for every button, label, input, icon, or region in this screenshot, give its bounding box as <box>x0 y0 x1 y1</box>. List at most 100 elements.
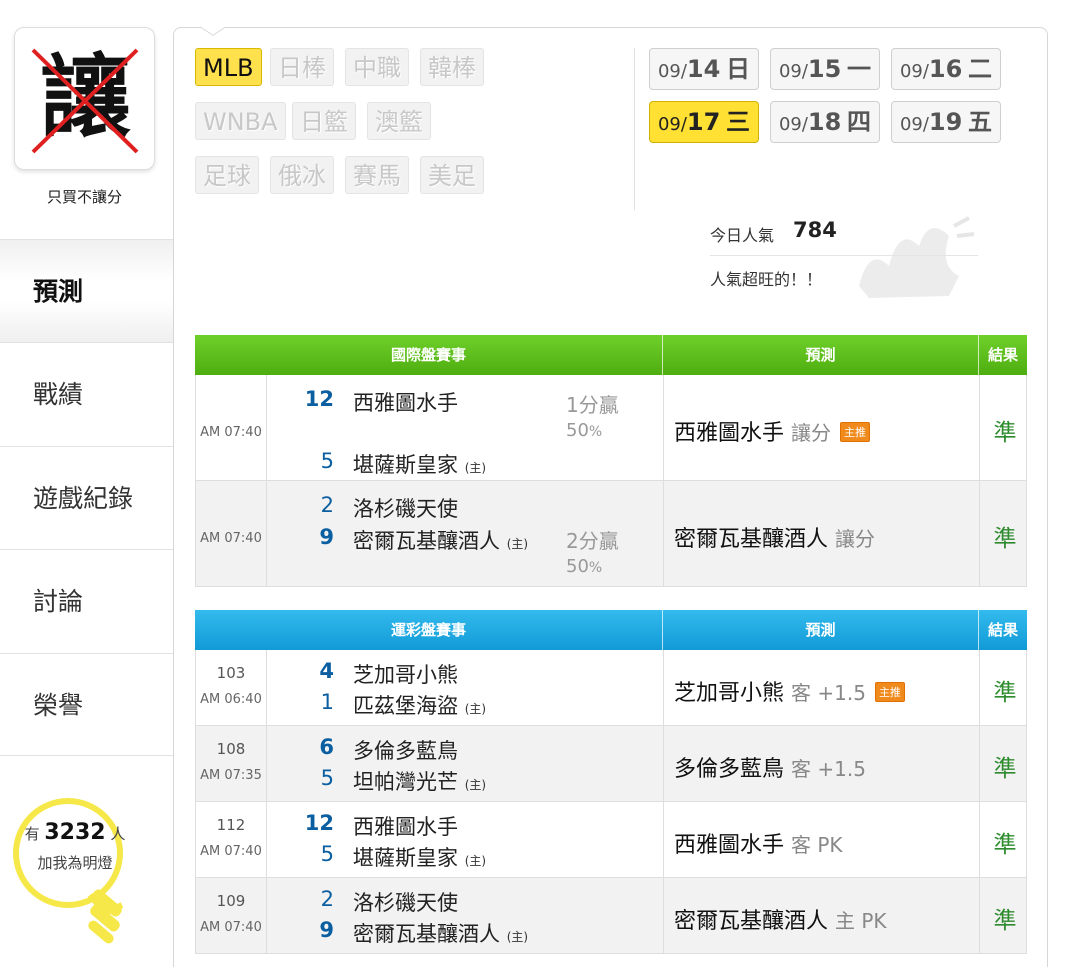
date-tab-0915[interactable]: 09/15 一 <box>770 48 880 90</box>
date-tab-0919[interactable]: 09/19 五 <box>891 101 1001 143</box>
win-pct-unit: % <box>588 424 603 440</box>
game-time: AM 07:40 <box>200 425 262 440</box>
cross-icon <box>31 48 139 154</box>
table-header: 運彩盤賽事 預測 結果 <box>195 610 1027 650</box>
table-header: 國際盤賽事 預測 結果 <box>195 335 1027 375</box>
fan-count-value: 3232 <box>44 820 106 845</box>
divider <box>266 726 267 801</box>
prediction: 芝加哥小熊 客 +1.5 主推 <box>674 675 905 707</box>
notch-decoration <box>200 27 226 36</box>
table-row[interactable]: 112 AM 07:40 12 西雅圖水手 5 堪薩斯皇家 (主) 西雅圖水手 … <box>195 802 1027 878</box>
home-score: 5 <box>320 766 334 790</box>
result-status: 準 <box>993 832 1017 858</box>
date-md: 09/ <box>778 114 808 135</box>
date-tab-0918[interactable]: 09/18 四 <box>770 101 880 143</box>
win-pct: 50 <box>566 420 589 441</box>
prediction-team: 西雅圖水手 <box>674 833 785 858</box>
date-day: 16 <box>928 55 963 83</box>
home-tag: (主) <box>506 537 529 551</box>
prediction-team: 多倫多藍鳥 <box>674 757 785 782</box>
nav-item-prediction[interactable]: 預測 <box>0 239 175 342</box>
featured-badge: 主推 <box>874 682 905 702</box>
date-tab-0916[interactable]: 09/16 二 <box>891 48 1001 90</box>
league-tab-jp-basketball[interactable]: 日籃 <box>292 102 356 140</box>
nav-item-discussion[interactable]: 討論 <box>0 549 175 652</box>
date-tab-0917[interactable]: 09/17 三 <box>649 101 759 143</box>
league-tab-russian-hockey[interactable]: 俄冰 <box>270 156 334 194</box>
divider <box>979 481 980 586</box>
date-day: 17 <box>686 108 721 136</box>
prediction: 西雅圖水手 客 PK <box>674 827 843 859</box>
win-margin: 1分贏 50% <box>566 393 619 444</box>
win-margin-text: 1分贏 <box>566 393 619 417</box>
table-row[interactable]: 109 AM 07:40 2 洛杉磯天使 9 密爾瓦基釀酒人 (主) 密爾瓦基釀… <box>195 878 1027 954</box>
prediction: 西雅圖水手 讓分 主推 <box>674 415 871 447</box>
table-row[interactable]: AM 07:40 12 西雅圖水手 5 堪薩斯皇家 (主) 1分贏 50% 西雅… <box>195 375 1027 481</box>
home-tag: (主) <box>464 778 487 792</box>
home-tag: (主) <box>464 702 487 716</box>
date-md: 09/ <box>778 61 808 82</box>
popularity-value: 784 <box>793 218 837 242</box>
table-row[interactable]: 103 AM 06:40 4 芝加哥小熊 1 匹茲堡海盜 (主) 芝加哥小熊 客… <box>195 650 1027 726</box>
away-team: 多倫多藍鳥 <box>353 739 458 763</box>
header-prediction: 預測 <box>663 610 979 650</box>
divider <box>266 481 267 586</box>
league-tab-horse-racing[interactable]: 賽馬 <box>345 156 409 194</box>
home-team: 密爾瓦基釀酒人 (主) <box>353 525 528 555</box>
popularity-decoration-icon <box>859 216 975 298</box>
game-time: AM 06:40 <box>200 692 262 707</box>
win-margin-text: 2分贏 <box>566 529 619 553</box>
divider <box>663 878 664 953</box>
nav-item-honor[interactable]: 榮譽 <box>0 653 175 756</box>
divider <box>979 650 980 725</box>
date-weekday: 四 <box>847 108 872 136</box>
league-tab-cpbl[interactable]: 中職 <box>345 48 409 86</box>
home-team-name: 堪薩斯皇家 <box>353 453 458 477</box>
league-tab-soccer[interactable]: 足球 <box>195 156 259 194</box>
nav-item-game-log[interactable]: 遊戲紀錄 <box>0 446 175 549</box>
home-team: 密爾瓦基釀酒人 (主) <box>353 918 528 948</box>
home-score: 5 <box>320 449 334 473</box>
date-weekday: 二 <box>968 55 993 83</box>
league-tab-mlb[interactable]: MLB <box>195 48 262 86</box>
league-tab-wnba[interactable]: WNBA <box>195 102 286 140</box>
table-row[interactable]: 108 AM 07:35 6 多倫多藍鳥 5 坦帕灣光芒 (主) 多倫多藍鳥 客… <box>195 726 1027 802</box>
intl-odds-table: 國際盤賽事 預測 結果 AM 07:40 12 西雅圖水手 5 堪薩斯皇家 (主… <box>195 335 1027 587</box>
date-tab-0914[interactable]: 09/14 日 <box>649 48 759 90</box>
nav-item-record[interactable]: 戰績 <box>0 342 175 445</box>
home-team: 坦帕灣光芒 (主) <box>353 766 486 796</box>
user-motto: 只買不讓分 <box>46 188 122 206</box>
game-number: 112 <box>216 816 246 834</box>
date-md: 09/ <box>657 61 687 82</box>
divider <box>979 375 980 480</box>
away-score: 12 <box>304 811 334 835</box>
date-day: 15 <box>807 55 842 83</box>
game-number: 109 <box>216 892 246 910</box>
league-tab-au-basketball[interactable]: 澳籃 <box>367 102 431 140</box>
result-status: 準 <box>993 908 1017 934</box>
home-team-name: 密爾瓦基釀酒人 <box>353 922 500 946</box>
result-status: 準 <box>993 526 1017 552</box>
date-day: 19 <box>928 108 963 136</box>
header-match: 國際盤賽事 <box>195 335 663 375</box>
prediction-type: 客 +1.5 <box>791 681 866 705</box>
prediction: 密爾瓦基釀酒人 讓分 <box>674 521 875 553</box>
league-tab-npb[interactable]: 日棒 <box>270 48 334 86</box>
popularity-label: 今日人氣 <box>710 226 775 245</box>
league-tab-kbo[interactable]: 韓棒 <box>420 48 484 86</box>
date-weekday: 一 <box>847 55 872 83</box>
away-team: 西雅圖水手 <box>353 391 458 415</box>
game-number: 103 <box>216 664 246 682</box>
league-tab-american-football[interactable]: 美足 <box>420 156 484 194</box>
home-team-name: 匹茲堡海盜 <box>353 694 458 718</box>
fan-count: 有 3232 人 <box>0 820 150 845</box>
date-md: 09/ <box>657 114 687 135</box>
result-status: 準 <box>993 680 1017 706</box>
table-row[interactable]: AM 07:40 2 洛杉磯天使 9 密爾瓦基釀酒人 (主) 2分贏 50% 密… <box>195 481 1027 587</box>
win-margin: 2分贏 50% <box>566 529 619 580</box>
game-time: AM 07:35 <box>200 768 262 783</box>
divider <box>266 802 267 877</box>
home-tag: (主) <box>506 930 529 944</box>
home-team: 堪薩斯皇家 (主) <box>353 449 486 479</box>
avatar[interactable]: 讓 <box>14 27 155 170</box>
